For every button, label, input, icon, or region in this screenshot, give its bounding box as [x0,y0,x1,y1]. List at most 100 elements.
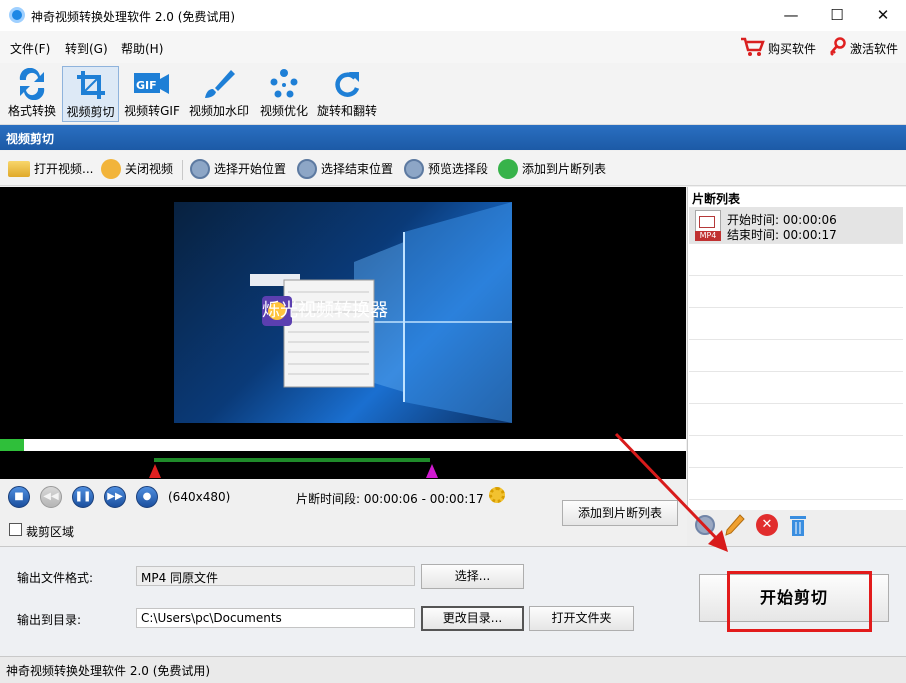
plus-icon [498,158,518,179]
tool-label: 视频优化 [259,104,308,118]
list-divider [689,307,903,308]
fast-forward-button[interactable]: ▶▶ [104,486,126,508]
camera-icon: ● [142,491,152,502]
format-convert-icon [14,67,50,101]
output-format-label: 输出文件格式: [17,571,94,585]
segment-time-value: 00:00:06 - 00:00:17 [363,492,484,506]
trash-icon[interactable] [788,513,808,537]
select-end-label: 选择结束位置 [321,162,394,176]
minimize-button[interactable]: — [768,0,814,31]
select-end-button[interactable]: 选择结束位置 [297,158,393,180]
change-dir-button[interactable]: 更改目录... [421,606,524,631]
pause-button[interactable]: ❚❚ [72,486,94,508]
rotate-icon [329,68,365,100]
clip-list-title: 片断列表 [692,192,741,206]
delete-clip-icon[interactable]: ✕ [756,514,778,536]
watermark-text: 烁光视频转换器 [262,300,388,321]
output-dir-input[interactable]: C:\Users\pc\Documents [136,608,415,628]
end-marker-icon [297,158,317,179]
open-video-button[interactable]: 打开视频... [8,158,93,180]
file-type-badge: MP4 [695,231,721,241]
clip-end-value: 00:00:17 [782,228,837,242]
open-video-label: 打开视频... [34,162,94,176]
output-format-field: MP4 同原文件 [136,566,415,586]
close-video-button[interactable]: 关闭视频 [101,158,173,180]
tool-label: 视频转GIF [124,104,180,118]
close-button[interactable]: ✕ [860,0,906,31]
activate-software-link[interactable]: 激活软件 [850,40,898,57]
gear-icon[interactable] [489,487,505,503]
segment-marker-area [0,451,686,479]
app-icon [9,7,25,23]
crop-icon [73,69,109,101]
list-divider [689,403,903,404]
select-format-button[interactable]: 选择... [421,564,524,589]
video-file-icon: MP4 [695,210,721,241]
add-to-list-label: 添加到片断列表 [522,162,607,176]
cart-icon[interactable] [740,36,766,58]
list-divider [689,371,903,372]
output-dir-label: 输出到目录: [17,613,82,627]
folder-icon [8,160,30,177]
action-divider [182,160,183,180]
stop-button[interactable]: ■ [8,486,30,508]
open-folder-button[interactable]: 打开文件夹 [529,606,634,631]
clip-end-label: 结束时间: [727,228,780,242]
tool-video-optimize[interactable]: 视频优化 [256,66,312,122]
crop-region-label: 裁剪区域 [26,525,75,539]
start-marker-icon [190,158,210,179]
resolution-label: (640x480) [168,490,231,504]
buy-software-link[interactable]: 购买软件 [768,40,816,57]
timeline-progress [0,439,24,451]
window-title: 神奇视频转换处理软件 2.0 (免费试用) [31,10,236,24]
pause-icon: ❚❚ [74,491,92,502]
rewind-button[interactable]: ◀◀ [40,486,62,508]
select-start-label: 选择开始位置 [214,162,287,176]
menu-help[interactable]: 帮助(H) [121,40,163,57]
tool-video-watermark[interactable]: 视频加水印 [187,66,251,122]
tool-format-convert[interactable]: 格式转换 [4,66,60,122]
gif-icon: GIF [134,68,170,100]
optimize-icon [266,68,302,100]
brush-icon [201,68,237,100]
tool-label: 视频加水印 [188,104,249,118]
stop-icon: ■ [14,491,24,502]
rewind-icon: ◀◀ [43,491,59,502]
section-header: 视频剪切 [0,125,906,150]
gif-badge-text: GIF [136,79,157,92]
list-divider [689,243,903,244]
segment-time-text: 片断时间段: 00:00:06 - 00:00:17 [296,490,484,507]
segment-time-label: 片断时间段: [296,492,361,506]
clip-start-value: 00:00:06 [782,213,837,227]
key-icon[interactable] [829,37,847,57]
tool-video-cut[interactable]: 视频剪切 [62,66,119,122]
list-divider [689,275,903,276]
close-video-label: 关闭视频 [125,162,174,176]
annotation-arrow [614,432,728,552]
preview-segment-label: 预览选择段 [428,162,489,176]
close-video-icon [101,158,121,179]
fast-forward-icon: ▶▶ [107,491,123,502]
end-marker-handle[interactable] [426,464,438,478]
select-start-button[interactable]: 选择开始位置 [190,158,286,180]
tool-rotate-flip[interactable]: 旋转和翻转 [315,66,379,122]
play-preview-icon [404,158,424,179]
highlight-box [727,571,872,632]
snapshot-button[interactable]: ● [136,486,158,508]
add-to-list-action-button[interactable]: 添加到片断列表 [498,158,606,180]
start-marker-handle[interactable] [149,464,161,478]
preview-segment-button[interactable]: 预览选择段 [404,158,488,180]
menu-goto[interactable]: 转到(G) [65,40,108,57]
clip-end-time: 结束时间: 00:00:17 [727,226,837,243]
selected-segment-bar [154,458,430,462]
crop-region-checkbox[interactable] [9,523,22,536]
maximize-button[interactable]: ☐ [814,0,860,31]
list-divider [689,339,903,340]
menu-file[interactable]: 文件(F) [10,40,50,57]
tool-video-to-gif[interactable]: GIF 视频转GIF [122,66,182,122]
timeline-track[interactable] [0,439,686,451]
tool-label: 格式转换 [7,104,56,118]
tool-label: 视频剪切 [66,105,115,119]
status-bar: 神奇视频转换处理软件 2.0 (免费试用) [0,656,906,683]
clip-start-label: 开始时间: [727,213,780,227]
